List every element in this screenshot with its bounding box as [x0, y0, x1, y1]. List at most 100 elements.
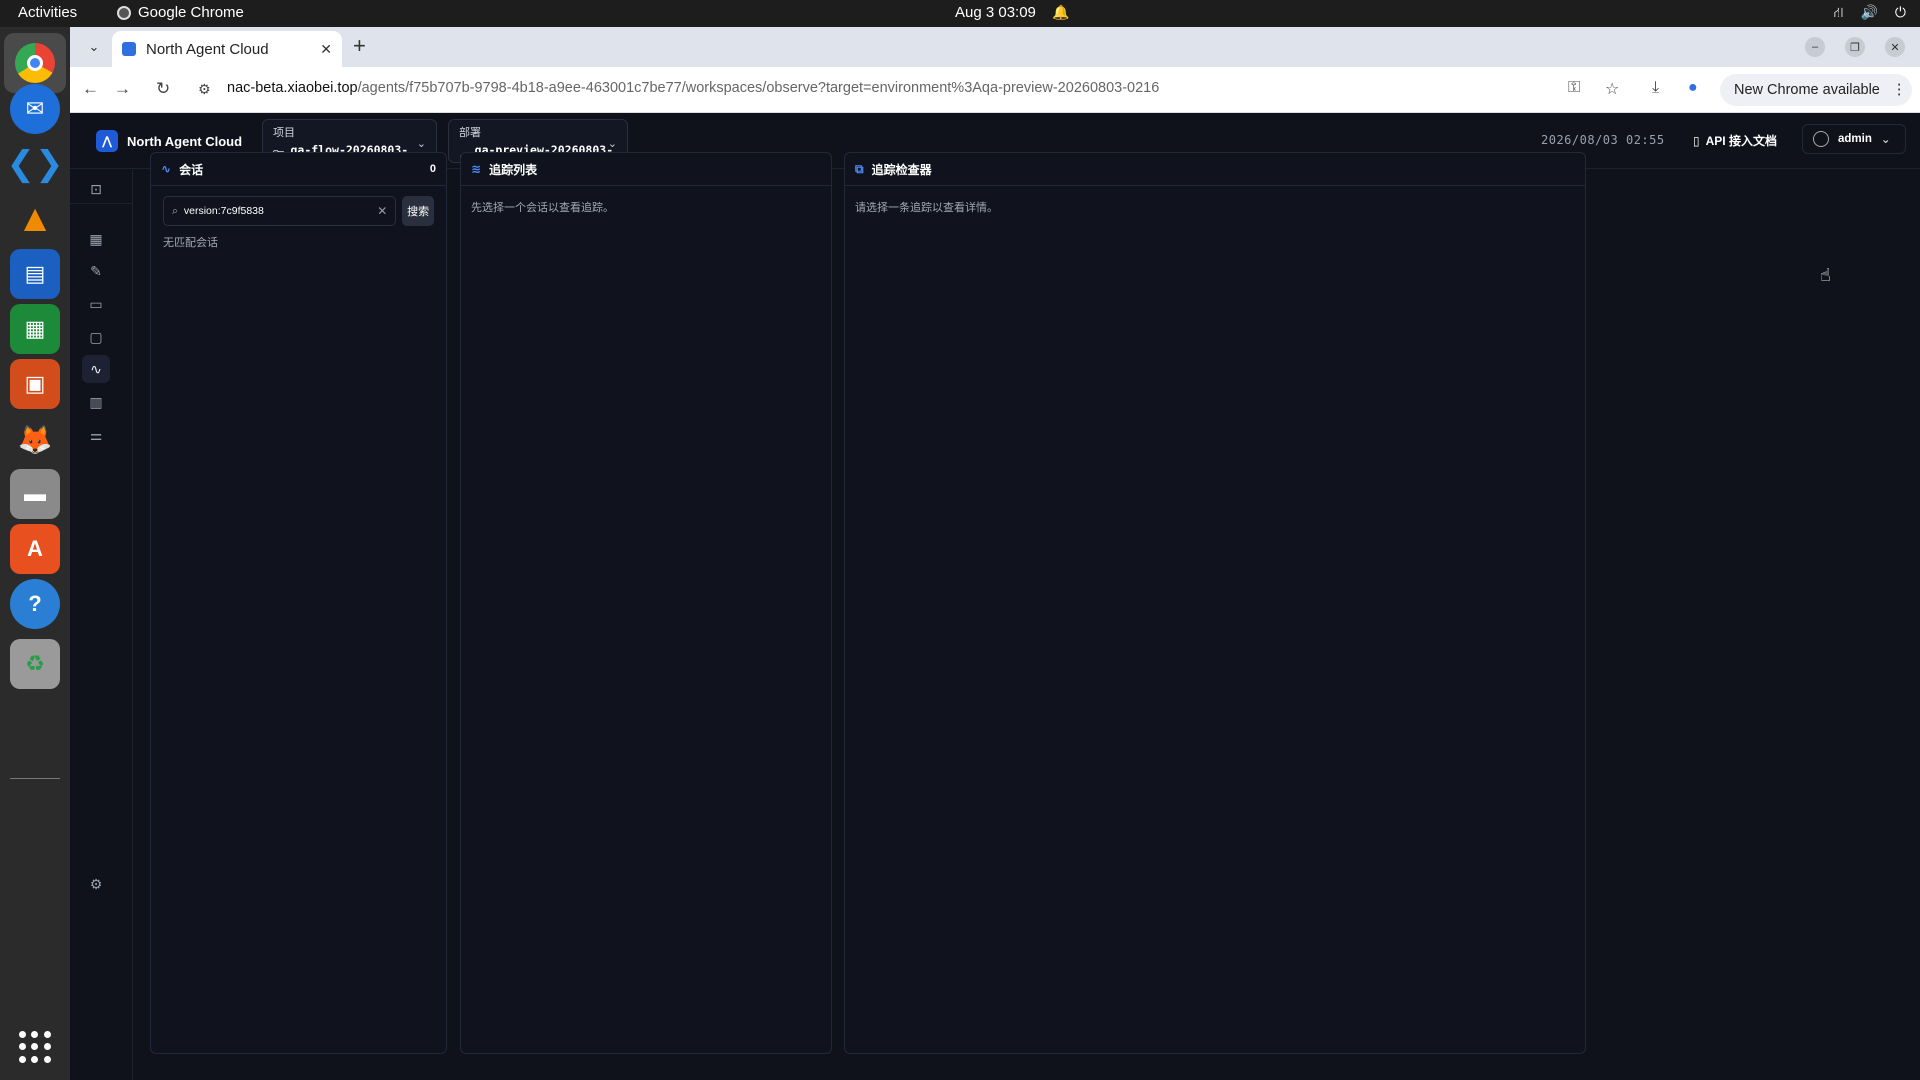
thunderbird-icon: ✉: [25, 96, 45, 121]
book-icon: ▯: [1693, 133, 1700, 148]
impress-icon: ▣: [24, 371, 46, 396]
deployment-label: 部署: [459, 127, 481, 139]
api-docs-label: API 接入文档: [1705, 134, 1777, 148]
trace-list-empty-message: 先选择一个会话以查看追踪。: [471, 202, 614, 214]
url-host: nac-beta.xiaobei.top: [227, 80, 358, 96]
trash-icon: ♻: [25, 651, 45, 676]
trace-inspector-empty-message: 请选择一条追踪以查看详情。: [855, 202, 998, 214]
edit-pencil-icon[interactable]: ✎: [82, 257, 110, 285]
address-bar[interactable]: nac-beta.xiaobei.top/agents/f75b707b-979…: [227, 80, 1159, 96]
bar-chart-icon[interactable]: ▥: [82, 388, 110, 416]
tab-favicon-icon: [122, 42, 136, 56]
app-center-icon: A: [27, 536, 43, 561]
dock-help[interactable]: ?: [10, 579, 60, 629]
sessions-title: 会话: [179, 162, 204, 177]
chat-icon[interactable]: ▢: [82, 323, 110, 351]
vscode-icon: ❮❯: [6, 145, 64, 183]
user-name: admin: [1838, 133, 1872, 145]
reload-button[interactable]: ↻: [156, 79, 170, 99]
trace-list-panel: ≋ 追踪列表 先选择一个会话以查看追踪。: [460, 152, 832, 1054]
search-icon: ⌕: [172, 204, 178, 217]
chrome-icon: [15, 43, 55, 83]
terminal-icon[interactable]: ▭: [82, 290, 110, 318]
project-label: 项目: [273, 127, 295, 139]
agent-bot-icon[interactable]: ⊡: [82, 175, 110, 203]
tab-search-chevron-icon[interactable]: ⌄: [82, 35, 106, 59]
no-match-message: 无匹配会话: [163, 237, 218, 249]
chevron-down-icon: ⌄: [416, 138, 426, 150]
dock-calc[interactable]: ▦: [10, 304, 60, 354]
dock-app-center[interactable]: A: [10, 524, 60, 574]
url-path: /agents/f75b707b-9798-4b18-a9ee-463001c7…: [357, 80, 1160, 96]
trace-inspector-title: 追踪检查器: [871, 162, 932, 177]
sessions-panel-header: ∿ 会话 0: [151, 153, 446, 186]
brand[interactable]: ⋀ North Agent Cloud: [96, 130, 242, 152]
search-button[interactable]: 搜索: [402, 196, 434, 226]
notification-bell-icon: 🔔: [1052, 4, 1070, 20]
sessions-count: 0: [429, 163, 436, 175]
sessions-panel: ∿ 会话 0 ⌕ version:7c9f5838 ✕ 搜索 无匹配会话: [150, 152, 447, 1054]
close-window-button[interactable]: ✕: [1885, 37, 1905, 57]
activities-button[interactable]: Activities: [18, 4, 77, 21]
side-nav-border: [132, 170, 133, 1080]
trace-inspector-panel: ⧉ 追踪检查器 请选择一条追踪以查看详情。: [844, 152, 1586, 1054]
side-nav: ⊡ ▦ ✎ ▭ ▢ ∿ ▥ ⚌ ⚙: [70, 170, 132, 1080]
new-tab-button[interactable]: +: [353, 33, 366, 59]
tab-title: North Agent Cloud: [146, 40, 269, 58]
user-avatar-icon: [1813, 131, 1829, 147]
clock[interactable]: Aug 3 03:09: [955, 4, 1036, 21]
inspector-icon: ⧉: [855, 161, 864, 176]
more-menu-icon[interactable]: ⋮: [1892, 82, 1907, 98]
dashboard-grid-icon[interactable]: ▦: [82, 225, 110, 253]
chrome-toolbar: ← → ↻ ⚙ nac-beta.xiaobei.top/agents/f75b…: [70, 67, 1920, 113]
bookmark-star-icon[interactable]: ☆: [1605, 79, 1619, 99]
profile-icon[interactable]: ●: [1688, 79, 1698, 97]
show-apps-button[interactable]: [19, 1031, 51, 1063]
chrome-tab-strip: ⌄ North Agent Cloud ✕ + – ❐ ✕: [70, 27, 1920, 67]
browser-tab[interactable]: North Agent Cloud ✕: [112, 31, 342, 67]
network-icon: ⛙: [1833, 4, 1844, 20]
sessions-search-input[interactable]: ⌕ version:7c9f5838 ✕: [163, 196, 397, 226]
chevron-down-icon: ⌄: [607, 138, 617, 150]
app-menu[interactable]: Google Chrome: [117, 4, 244, 21]
new-chrome-available-button[interactable]: New Chrome available ⋮: [1720, 74, 1912, 106]
password-key-icon[interactable]: ⚿: [1568, 79, 1580, 97]
clear-search-icon[interactable]: ✕: [377, 204, 387, 218]
side-nav-divider: [70, 203, 132, 204]
system-tray[interactable]: ⛙ 🔊 ⏻: [1834, 4, 1906, 23]
power-icon: ⏻: [1894, 4, 1906, 20]
trace-inspector-header: ⧉ 追踪检查器: [845, 153, 1585, 186]
chrome-icon: [117, 5, 131, 20]
dock-impress[interactable]: ▣: [10, 359, 60, 409]
sliders-icon[interactable]: ⚌: [82, 421, 110, 449]
dock: ✉ ❮❯ ▲ ▤ ▦ ▣ 🦊 ▬ A ? ♻: [0, 27, 70, 1080]
dock-vscode[interactable]: ❮❯: [7, 139, 64, 189]
new-chrome-label: New Chrome available: [1734, 82, 1880, 98]
chevron-down-icon: ⌄: [1880, 134, 1891, 146]
observe-activity-icon[interactable]: ∿: [82, 355, 110, 383]
dock-writer[interactable]: ▤: [10, 249, 60, 299]
dock-thunderbird[interactable]: ✉: [10, 84, 60, 134]
dock-trash[interactable]: ♻: [10, 639, 60, 689]
dock-vlc[interactable]: ▲: [10, 194, 60, 244]
dock-files[interactable]: ▬: [10, 469, 60, 519]
site-info-icon[interactable]: ⚙: [198, 81, 211, 98]
search-value: version:7c9f5838: [183, 205, 264, 217]
system-top-bar: Activities Google Chrome Aug 3 03:09 🔔 ⛙…: [0, 0, 1920, 27]
download-icon[interactable]: ⤓: [1652, 79, 1659, 97]
minimize-button[interactable]: –: [1805, 37, 1825, 57]
back-button[interactable]: ←: [82, 79, 99, 99]
layers-icon: ≋: [471, 162, 482, 176]
gimp-icon: 🦊: [17, 423, 53, 455]
user-menu-button[interactable]: admin ⌄: [1802, 124, 1906, 154]
forward-button[interactable]: →: [114, 79, 131, 99]
settings-gear-icon[interactable]: ⚙: [82, 870, 110, 898]
api-docs-link[interactable]: ▯ API 接入文档: [1693, 132, 1777, 149]
volume-icon: 🔊: [1860, 4, 1878, 20]
calc-icon: ▦: [24, 316, 46, 341]
tab-close-icon[interactable]: ✕: [320, 41, 332, 58]
files-icon: ▬: [24, 481, 46, 506]
restore-button[interactable]: ❐: [1845, 37, 1865, 57]
dock-gimp[interactable]: 🦊: [10, 414, 60, 464]
timestamp: 2026/08/03 02:55: [1541, 133, 1665, 147]
